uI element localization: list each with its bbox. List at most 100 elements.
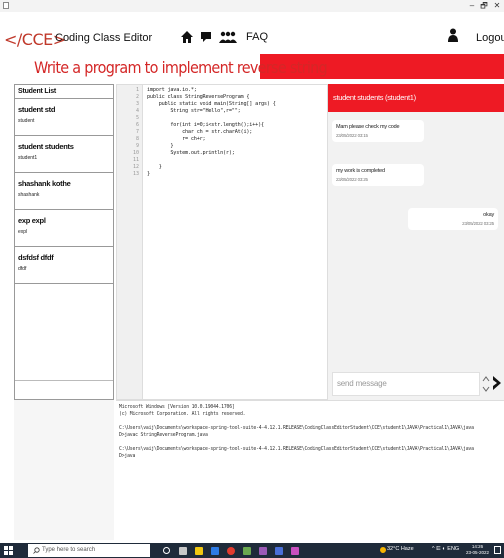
task-view-icon[interactable] (179, 547, 187, 555)
line-number: 1 (135, 87, 139, 93)
problem-banner: Write a program to implement reverse str… (0, 54, 504, 79)
chat-panel: student students (student1) Mam please c… (328, 84, 504, 400)
app-icon-blue[interactable] (275, 547, 283, 555)
code-line: r= ch+r; (147, 136, 206, 142)
panel-divider (15, 380, 113, 381)
student-name: dsfdsf dfdf (18, 253, 54, 262)
line-number: 7 (135, 129, 139, 135)
mail-icon[interactable] (211, 547, 219, 555)
console-line: (c) Microsoft Corporation. All rights re… (119, 412, 246, 417)
code-line: System.out.println(r); (147, 150, 235, 156)
student-item[interactable]: dsfdsf dfdf dfdf (15, 247, 113, 284)
chrome-icon[interactable] (227, 547, 235, 555)
message-text: okay (483, 212, 494, 218)
chat-message-sent: okay 23/05/2022 03:25 (408, 208, 498, 230)
line-number: 3 (135, 101, 139, 107)
windows-start-icon[interactable] (4, 546, 13, 555)
student-name: student std (18, 105, 56, 114)
line-number: 5 (135, 115, 139, 121)
console-output[interactable]: Microsoft Windows [Version 10.0.19044.17… (116, 400, 504, 540)
line-number: 2 (135, 94, 139, 100)
weather-icon (380, 547, 386, 553)
line-number: 6 (135, 122, 139, 128)
clock-date: 23-05-2022 (466, 550, 490, 555)
line-number: 9 (135, 143, 139, 149)
console-line: D>java (119, 454, 136, 459)
search-icon (33, 547, 40, 554)
maximize-button[interactable]: 🗗 (478, 0, 490, 12)
faq-link[interactable]: FAQ (246, 31, 268, 43)
app-icon-green[interactable] (243, 547, 251, 555)
code-line: } (147, 164, 162, 170)
app-icon-purple[interactable] (259, 547, 267, 555)
send-icon[interactable] (492, 375, 502, 391)
weather-text[interactable]: 32°C Haze (387, 546, 414, 552)
student-item[interactable]: shashank kothe shashank (15, 173, 113, 210)
clock[interactable]: 14:26 23-05-2022 (466, 544, 489, 556)
code-line: public class StringReverseProgram { (147, 94, 250, 100)
header-nav: FAQ (181, 30, 268, 44)
line-number: 12 (132, 164, 139, 170)
student-item[interactable]: student students student1 (15, 136, 113, 173)
code-line: char ch = str.charAt(i); (147, 129, 253, 135)
notification-icon[interactable] (494, 546, 501, 554)
cortana-icon[interactable] (163, 547, 170, 554)
close-button[interactable]: ✕ (491, 0, 503, 12)
users-group-icon[interactable] (219, 31, 237, 43)
line-number: 11 (132, 157, 139, 163)
line-number: 8 (135, 136, 139, 142)
code-line: for(int i=0;i<str.length();i++){ (147, 122, 264, 128)
code-line: } (147, 171, 150, 177)
console-line: D>javac StringReverseProgram.java (119, 433, 208, 438)
message-input[interactable]: send message (332, 372, 480, 396)
system-tray[interactable]: ^ ⋿ ◐ ENG (432, 546, 459, 552)
student-id: student (18, 118, 35, 124)
file-explorer-icon[interactable] (195, 547, 203, 555)
user-icon (448, 28, 458, 42)
taskbar-search[interactable]: Type here to search (28, 544, 150, 557)
code-editor[interactable]: 1 2 3 4 5 6 7 8 9 10 11 12 13 import jav… (116, 84, 328, 400)
chat-message-received: Mam please check my code 23/05/2022 03:1… (332, 120, 424, 142)
line-number: 10 (132, 150, 139, 156)
logout-button[interactable]: Logout (476, 32, 504, 44)
windows-taskbar: Type here to search 32°C Haze ^ ⋿ ◐ ENG … (0, 543, 504, 558)
message-text: my work is completed (336, 168, 385, 174)
code-line: import java.io.*; (147, 87, 197, 93)
console-text: Microsoft Windows [Version 10.0.19044.17… (119, 404, 474, 460)
window-title-bar: – 🗗 ✕ (0, 0, 504, 12)
home-icon[interactable] (181, 31, 193, 43)
student-id: student1 (18, 155, 38, 161)
chat-header: student students (student1) (328, 84, 504, 112)
message-timestamp: 23/05/2022 03:25 (336, 177, 368, 182)
message-timestamp: 23/05/2022 03:15 (336, 133, 368, 138)
student-list-panel: Student List student std student student… (14, 84, 114, 400)
code-line: } (147, 143, 174, 149)
student-item[interactable]: student std student (15, 99, 113, 136)
app-icon-pink[interactable] (291, 547, 299, 555)
app-icon (3, 2, 9, 9)
student-item[interactable]: exp expl expl (15, 210, 113, 247)
chat-message-received: my work is completed 23/05/2022 03:25 (332, 164, 424, 186)
message-timestamp: 23/05/2022 03:25 (462, 221, 494, 226)
chat-icon[interactable] (200, 31, 212, 43)
student-id: dfdf (18, 266, 27, 272)
console-line: C:\Users\vaij\Documents\workspace-spring… (119, 426, 474, 431)
code-line: public static void main(String[] args) { (147, 101, 276, 107)
student-name: student students (18, 142, 74, 151)
line-number: 13 (132, 171, 139, 177)
app-title: Coding Class Editor (55, 32, 153, 44)
console-line: C:\Users\vaij\Documents\workspace-spring… (119, 447, 474, 452)
student-id: expl (18, 229, 28, 235)
app-header: </CCE> Coding Class Editor FAQ Logout (0, 12, 504, 54)
student-list-header: Student List (15, 85, 113, 99)
problem-statement: Write a program to implement reverse str… (34, 58, 328, 77)
console-line: Microsoft Windows [Version 10.0.19044.17… (119, 405, 235, 410)
message-text: Mam please check my code (336, 124, 400, 130)
student-name: shashank kothe (18, 179, 71, 188)
student-id: shashank (18, 192, 40, 198)
minimize-button[interactable]: – (466, 0, 478, 12)
code-line: String str="Hello",r=""; (147, 108, 241, 114)
scroll-arrows-icon[interactable] (481, 372, 491, 396)
